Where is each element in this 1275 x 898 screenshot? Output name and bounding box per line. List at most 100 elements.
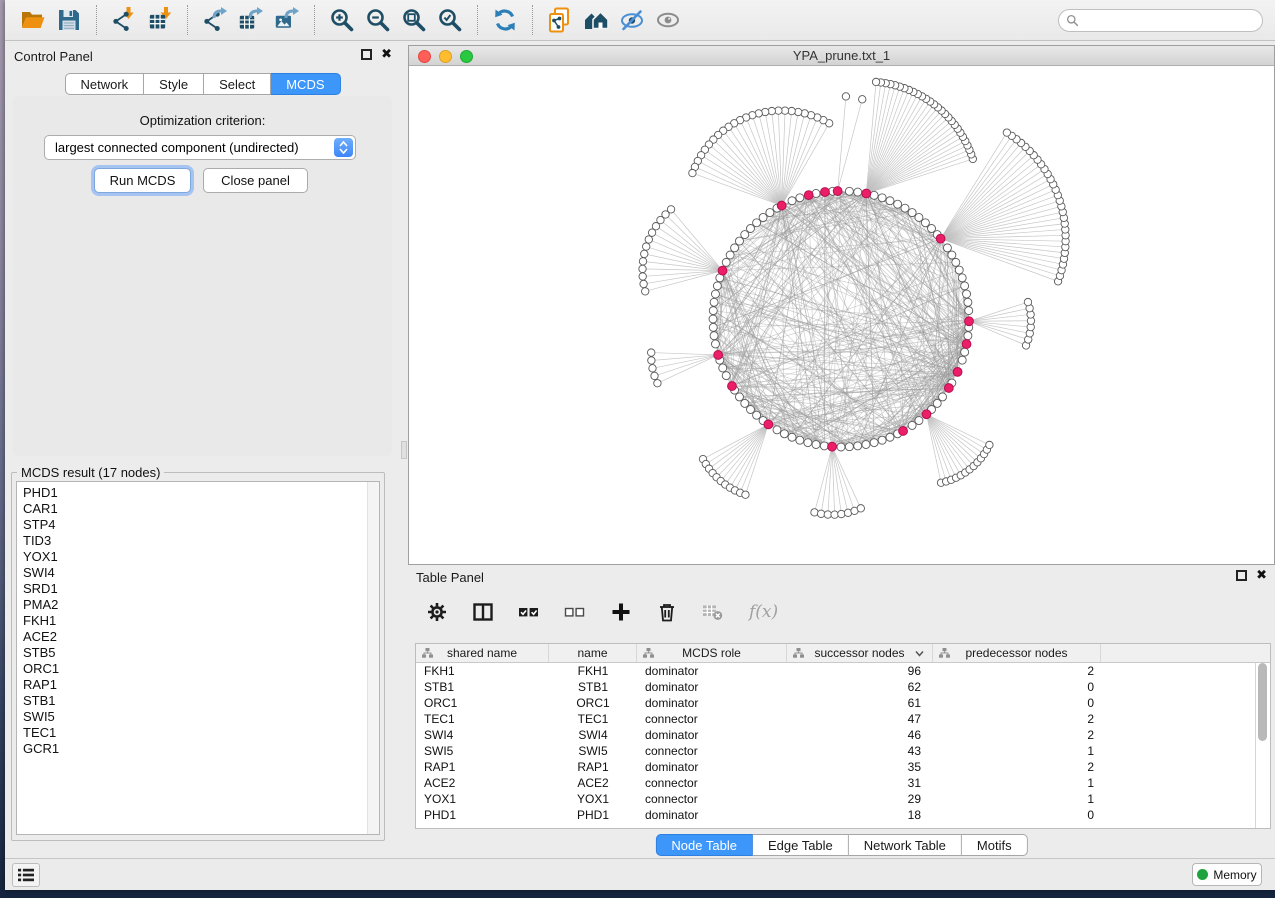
network-node[interactable] [710,298,718,306]
gear-icon[interactable] [426,601,448,628]
mcds-result-item[interactable]: TID3 [23,533,379,549]
network-node[interactable] [915,417,923,425]
network-node[interactable] [709,307,717,315]
network-node[interactable] [961,282,969,290]
mcds-node[interactable] [953,367,962,376]
network-node[interactable] [719,364,727,372]
network-node[interactable] [870,439,878,447]
network-node[interactable] [711,290,719,298]
mcds-node[interactable] [764,420,773,429]
network-node[interactable] [651,372,658,379]
network-node[interactable] [965,307,973,315]
network-node[interactable] [741,231,749,239]
network-node[interactable] [689,169,696,176]
close-panel-icon[interactable]: ✖ [381,49,392,60]
network-node[interactable] [817,510,824,517]
mcds-node[interactable] [718,266,727,275]
mcds-node[interactable] [965,317,974,326]
network-node[interactable] [735,237,743,245]
network-node[interactable] [908,421,916,429]
delete-column-icon[interactable] [656,601,678,628]
mcds-result-item[interactable]: STB1 [23,693,379,709]
mcds-node[interactable] [899,427,908,436]
network-file-icon[interactable] [545,5,575,35]
network-node[interactable] [648,357,655,364]
network-node[interactable] [842,93,849,100]
criterion-select[interactable]: largest connected component (undirected) [44,135,356,160]
network-node[interactable] [901,204,909,212]
memory-button[interactable]: Memory [1192,863,1262,886]
network-node[interactable] [854,442,862,450]
table-row[interactable]: ACE2ACE2connector311 [416,775,1270,791]
table-row[interactable]: TEC1TEC1connector472 [416,711,1270,727]
network-node[interactable] [854,188,862,196]
function-icon[interactable]: f(x) [748,601,782,628]
column-header-name[interactable]: name [549,644,637,662]
network-node[interactable] [710,332,718,340]
mcds-result-item[interactable]: TEC1 [23,725,379,741]
network-node[interactable] [796,436,804,444]
network-node[interactable] [837,443,845,451]
network-node[interactable] [872,78,879,85]
deselect-all-icon[interactable] [564,601,586,628]
mcds-node[interactable] [862,189,871,198]
network-node[interactable] [845,443,853,451]
import-table-icon[interactable] [145,5,175,35]
network-node[interactable] [642,243,649,250]
network-node[interactable] [642,288,649,295]
network-node[interactable] [958,274,966,282]
network-node[interactable] [759,213,767,221]
network-node[interactable] [780,430,788,438]
column-header-shared-name[interactable]: shared name [416,644,549,662]
zoom-out-icon[interactable] [363,5,393,35]
run-mcds-button[interactable]: Run MCDS [94,168,191,193]
column-header-predecessor-nodes[interactable]: predecessor nodes [933,644,1101,662]
network-node[interactable] [649,365,656,372]
network-node[interactable] [824,511,831,518]
minimize-window-icon[interactable] [439,50,452,63]
add-column-icon[interactable] [610,601,632,628]
mcds-result-item[interactable]: ORC1 [23,661,379,677]
network-node[interactable] [639,273,646,280]
network-node[interactable] [726,251,734,259]
network-graph[interactable] [409,66,1274,564]
mcds-node[interactable] [922,410,931,419]
network-node[interactable] [648,229,655,236]
network-node[interactable] [963,290,971,298]
network-node[interactable] [640,280,647,287]
network-node[interactable] [647,349,654,356]
mcds-node[interactable] [714,351,723,360]
network-node[interactable] [857,505,864,512]
network-node[interactable] [838,510,845,517]
save-icon[interactable] [54,5,84,35]
mcds-result-item[interactable]: STP4 [23,517,379,533]
network-node[interactable] [1024,298,1031,305]
open-folder-icon[interactable] [18,5,48,35]
splitter-grip[interactable] [401,441,407,459]
network-window-titlebar[interactable]: YPA_prune.txt_1 [409,46,1274,66]
network-node[interactable] [709,315,717,323]
table-tab-network-table[interactable]: Network Table [849,834,962,856]
network-node[interactable] [886,433,894,441]
network-node[interactable] [788,433,796,441]
network-node[interactable] [878,194,886,202]
network-node[interactable] [711,340,719,348]
network-node[interactable] [961,348,969,356]
network-node[interactable] [735,393,743,401]
column-header-successor-nodes[interactable]: successor nodes [787,644,933,662]
mcds-result-item[interactable]: FKH1 [23,613,379,629]
search-input[interactable] [1079,10,1262,31]
network-node[interactable] [731,244,739,252]
mcds-result-item[interactable]: RAP1 [23,677,379,693]
tab-style[interactable]: Style [144,73,204,95]
float-table-panel-icon[interactable] [1236,570,1247,581]
network-node[interactable] [766,209,774,217]
network-node[interactable] [894,200,902,208]
export-image-icon[interactable] [272,5,302,35]
float-panel-icon[interactable] [361,49,372,60]
panel-splitter[interactable] [400,41,408,858]
table-tab-motifs[interactable]: Motifs [962,834,1028,856]
network-node[interactable] [870,191,878,199]
mcds-node[interactable] [728,382,737,391]
mcds-node[interactable] [828,442,837,451]
